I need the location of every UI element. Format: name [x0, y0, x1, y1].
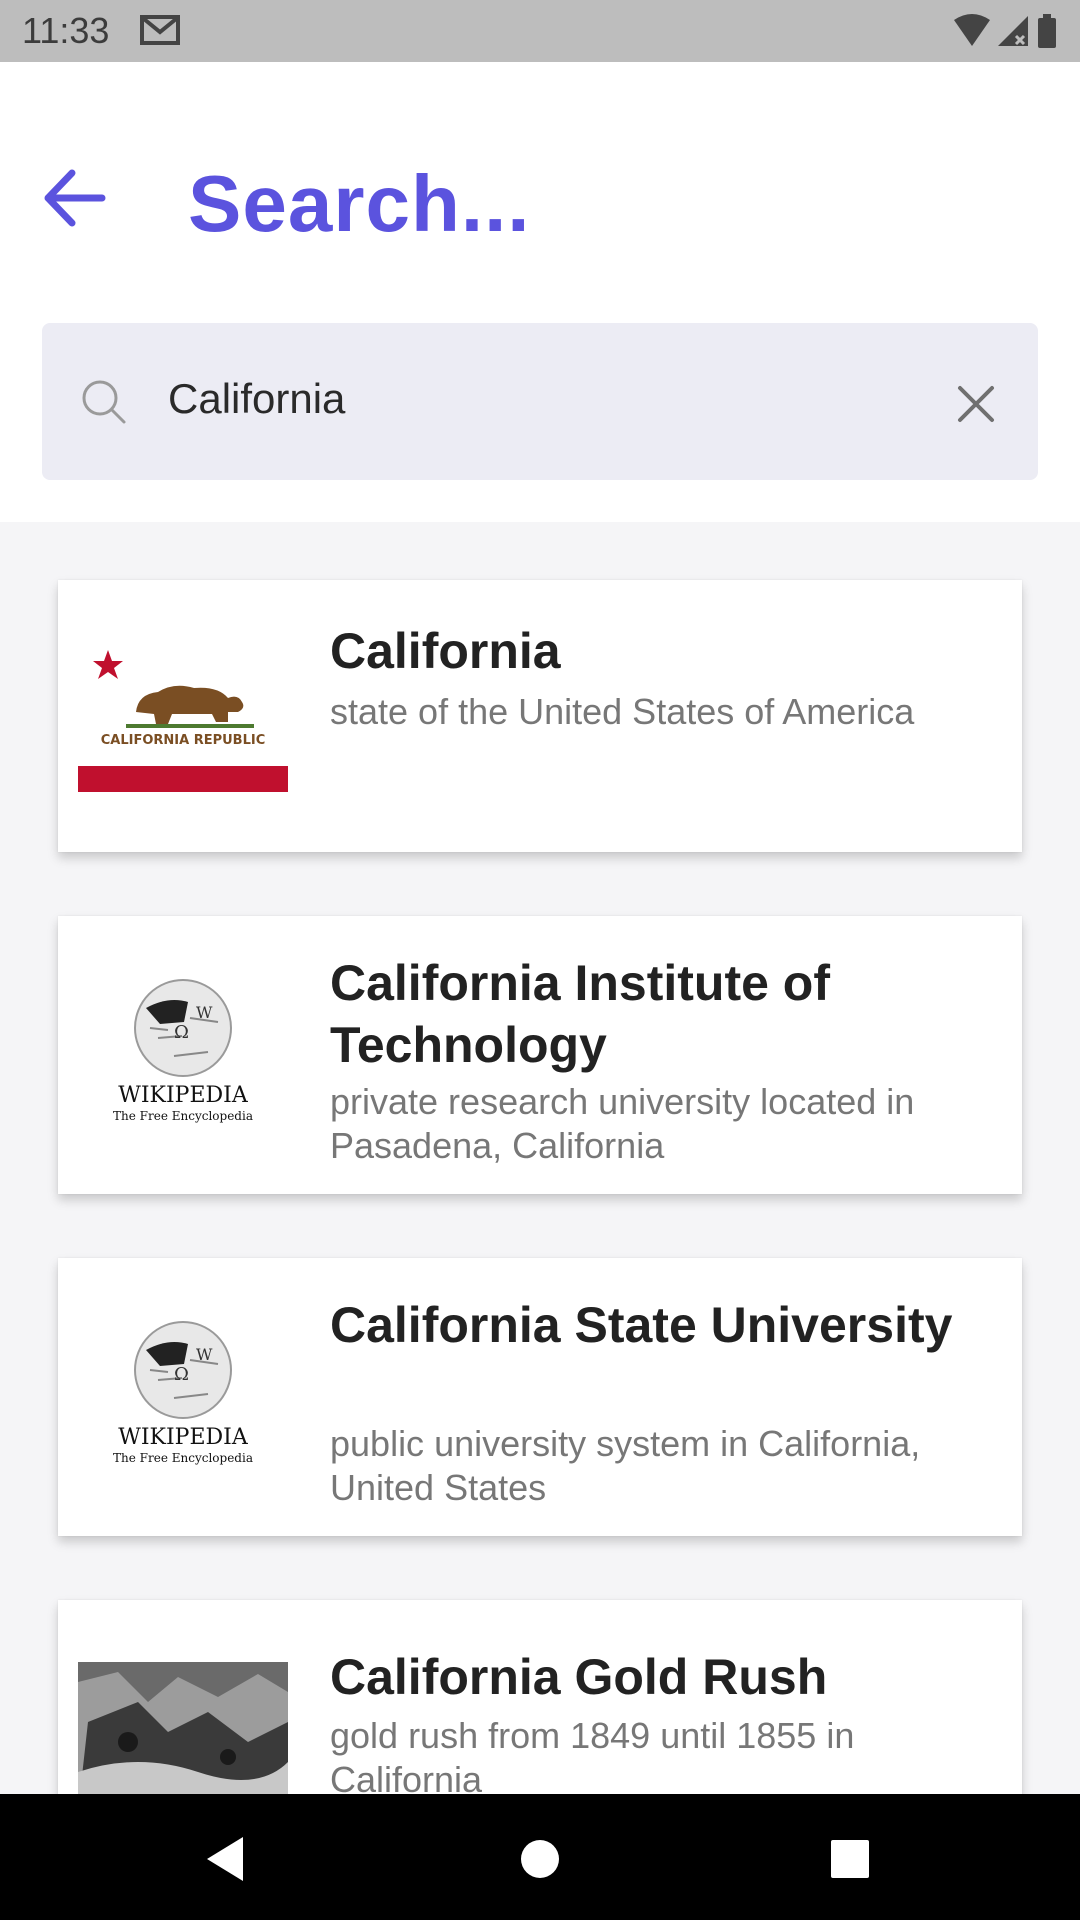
home-nav-icon [521, 1840, 559, 1878]
result-title: California State University [330, 1297, 953, 1353]
svg-text:W: W [196, 1003, 213, 1022]
status-bar: 11:33 [0, 0, 1080, 62]
wikipedia-logo-thumbnail: Ω W WIKIPEDIA The Free Encyclopedia [78, 978, 288, 1128]
result-card[interactable]: Ω W WIKIPEDIA The Free Encyclopedia Cali… [58, 1258, 1022, 1536]
result-title: California Gold Rush [330, 1649, 828, 1705]
search-icon [82, 380, 126, 424]
back-nav-button[interactable] [190, 1824, 260, 1894]
page-title: Search... [188, 159, 531, 248]
wikipedia-wordmark: WIKIPEDIA [118, 1425, 249, 1450]
recents-nav-icon [831, 1840, 869, 1878]
back-button[interactable] [36, 160, 112, 236]
clear-search-button[interactable] [950, 378, 1002, 430]
search-input[interactable] [168, 368, 928, 430]
back-nav-icon [207, 1837, 243, 1881]
battery-icon [1038, 18, 1056, 48]
wifi-icon [954, 14, 990, 46]
result-card[interactable]: Ω W WIKIPEDIA The Free Encyclopedia Cali… [58, 916, 1022, 1194]
svg-text:Ω: Ω [174, 1022, 189, 1043]
result-description: private research university located in P… [330, 1081, 915, 1166]
recents-nav-button[interactable] [815, 1824, 885, 1894]
wikipedia-wordmark: WIKIPEDIA [118, 1083, 249, 1108]
result-title: California [330, 623, 561, 679]
result-card[interactable]: California Gold Rush gold rush from 1849… [58, 1600, 1022, 1794]
result-card[interactable]: CALIFORNIA REPUBLIC California state of … [58, 580, 1022, 852]
close-icon [958, 386, 994, 422]
svg-text:Ω: Ω [174, 1364, 189, 1385]
california-flag-thumbnail: CALIFORNIA REPUBLIC [78, 642, 288, 792]
arrow-left-icon [44, 169, 106, 227]
result-description: public university system in California, … [330, 1423, 921, 1508]
result-description: state of the United States of America [330, 691, 915, 732]
navigation-bar [0, 1794, 1080, 1920]
svg-text:W: W [196, 1345, 213, 1364]
wikipedia-logo-thumbnail: Ω W WIKIPEDIA The Free Encyclopedia [78, 1320, 288, 1470]
wikipedia-tagline: The Free Encyclopedia [113, 1451, 253, 1465]
results-list[interactable]: CALIFORNIA REPUBLIC California state of … [0, 522, 1080, 1794]
result-description: gold rush from 1849 until 1855 in Califo… [330, 1715, 855, 1794]
status-icons [954, 14, 1056, 48]
result-title: California Institute of Technology [330, 955, 830, 1073]
home-nav-button[interactable] [505, 1824, 575, 1894]
gmail-icon [140, 15, 180, 45]
flag-text: CALIFORNIA REPUBLIC [101, 733, 266, 748]
gold-rush-photo-thumbnail [78, 1662, 288, 1794]
status-time: 11:33 [22, 10, 110, 51]
wikipedia-tagline: The Free Encyclopedia [113, 1109, 253, 1123]
